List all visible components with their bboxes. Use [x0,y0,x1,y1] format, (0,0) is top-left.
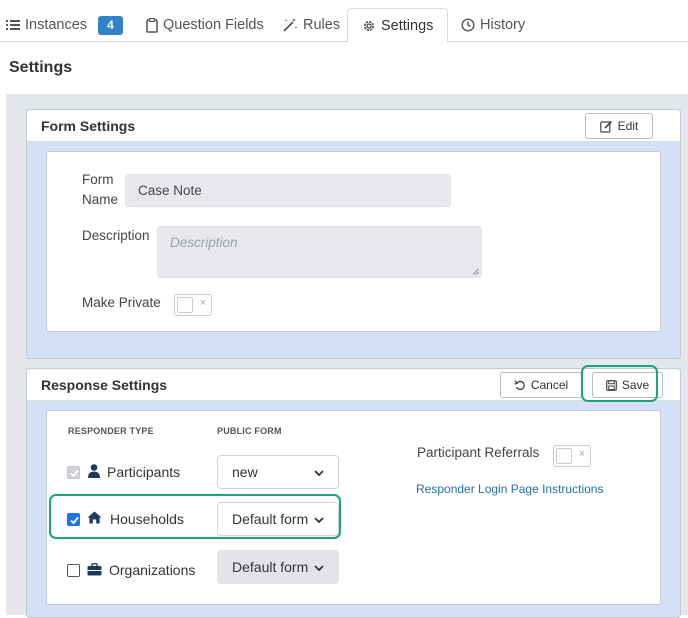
responder-login-instructions-link[interactable]: Responder Login Page Instructions [416,482,603,496]
chevron-down-icon [314,464,324,480]
participants-checkbox[interactable] [67,466,80,479]
description-placeholder: Description [170,235,238,250]
form-name-input[interactable]: Case Note [125,174,451,207]
col-responder-type: RESPONDER TYPE [68,426,154,436]
cancel-button[interactable]: Cancel [500,372,582,398]
edit-icon [599,120,613,133]
clock-icon [461,18,475,32]
response-settings-title: Response Settings [41,377,168,393]
toggle-off-icon: × [199,297,206,309]
households-row-highlight [49,494,341,539]
toggle-knob [556,448,572,464]
participant-referrals-toggle[interactable]: × [553,445,591,467]
participants-label: Participants [107,464,181,480]
clipboard-icon [146,17,158,33]
cancel-button-label: Cancel [530,378,569,392]
gear-icon [362,19,376,33]
toggle-knob [177,297,193,313]
magic-wand-icon [282,17,298,33]
edit-button-label: Edit [617,119,639,133]
tab-question-fields[interactable]: Question Fields [142,8,268,42]
form-settings-panel: Form Settings Edit Form Name Case Note D… [26,109,681,359]
list-icon [6,19,20,31]
description-label: Description [82,228,150,243]
user-icon [88,464,100,478]
form-settings-title: Form Settings [41,118,136,134]
tab-rules[interactable]: Rules [278,8,344,42]
organizations-checkbox[interactable] [67,564,80,577]
resize-handle-icon[interactable] [472,268,479,275]
participants-form-value: new [232,464,258,480]
make-private-label: Make Private [82,295,161,310]
tab-history[interactable]: History [457,8,529,42]
form-name-label: Form Name [82,172,119,207]
col-public-form: PUBLIC FORM [217,426,282,436]
toggle-off-icon: × [578,448,585,460]
participants-form-select[interactable]: new [217,455,339,489]
description-textarea[interactable]: Description [157,226,482,278]
organizations-form-select[interactable]: Default form [217,550,339,584]
form-name-value: Case Note [138,183,202,198]
participant-referrals-label: Participant Referrals [417,445,540,460]
tab-question-fields-label: Question Fields [163,17,264,33]
form-settings-body: Form Name Case Note Description Descript… [46,151,661,332]
chevron-down-icon [314,559,324,575]
organizations-label: Organizations [109,562,196,578]
instances-count-badge: 4 [98,15,123,35]
undo-icon [514,379,526,391]
tab-history-label: History [480,17,526,33]
save-button-highlight [581,365,658,402]
tab-settings[interactable]: Settings [347,8,449,43]
briefcase-icon [87,563,102,576]
page-title: Settings [9,59,73,76]
organizations-form-value: Default form [232,559,309,575]
make-private-toggle[interactable]: × [174,294,212,316]
form-settings-header: Form Settings Edit [27,110,680,142]
edit-button[interactable]: Edit [585,113,653,139]
response-settings-panel: Response Settings Cancel Save RESPONDER … [26,368,681,618]
tab-rules-label: Rules [303,17,341,33]
tab-instances-label: Instances [25,17,88,33]
tab-settings-label: Settings [381,17,434,34]
tab-instances[interactable]: Instances 4 [2,8,127,42]
tab-bar: Instances 4 Question Fields Rules Settin… [0,0,688,43]
